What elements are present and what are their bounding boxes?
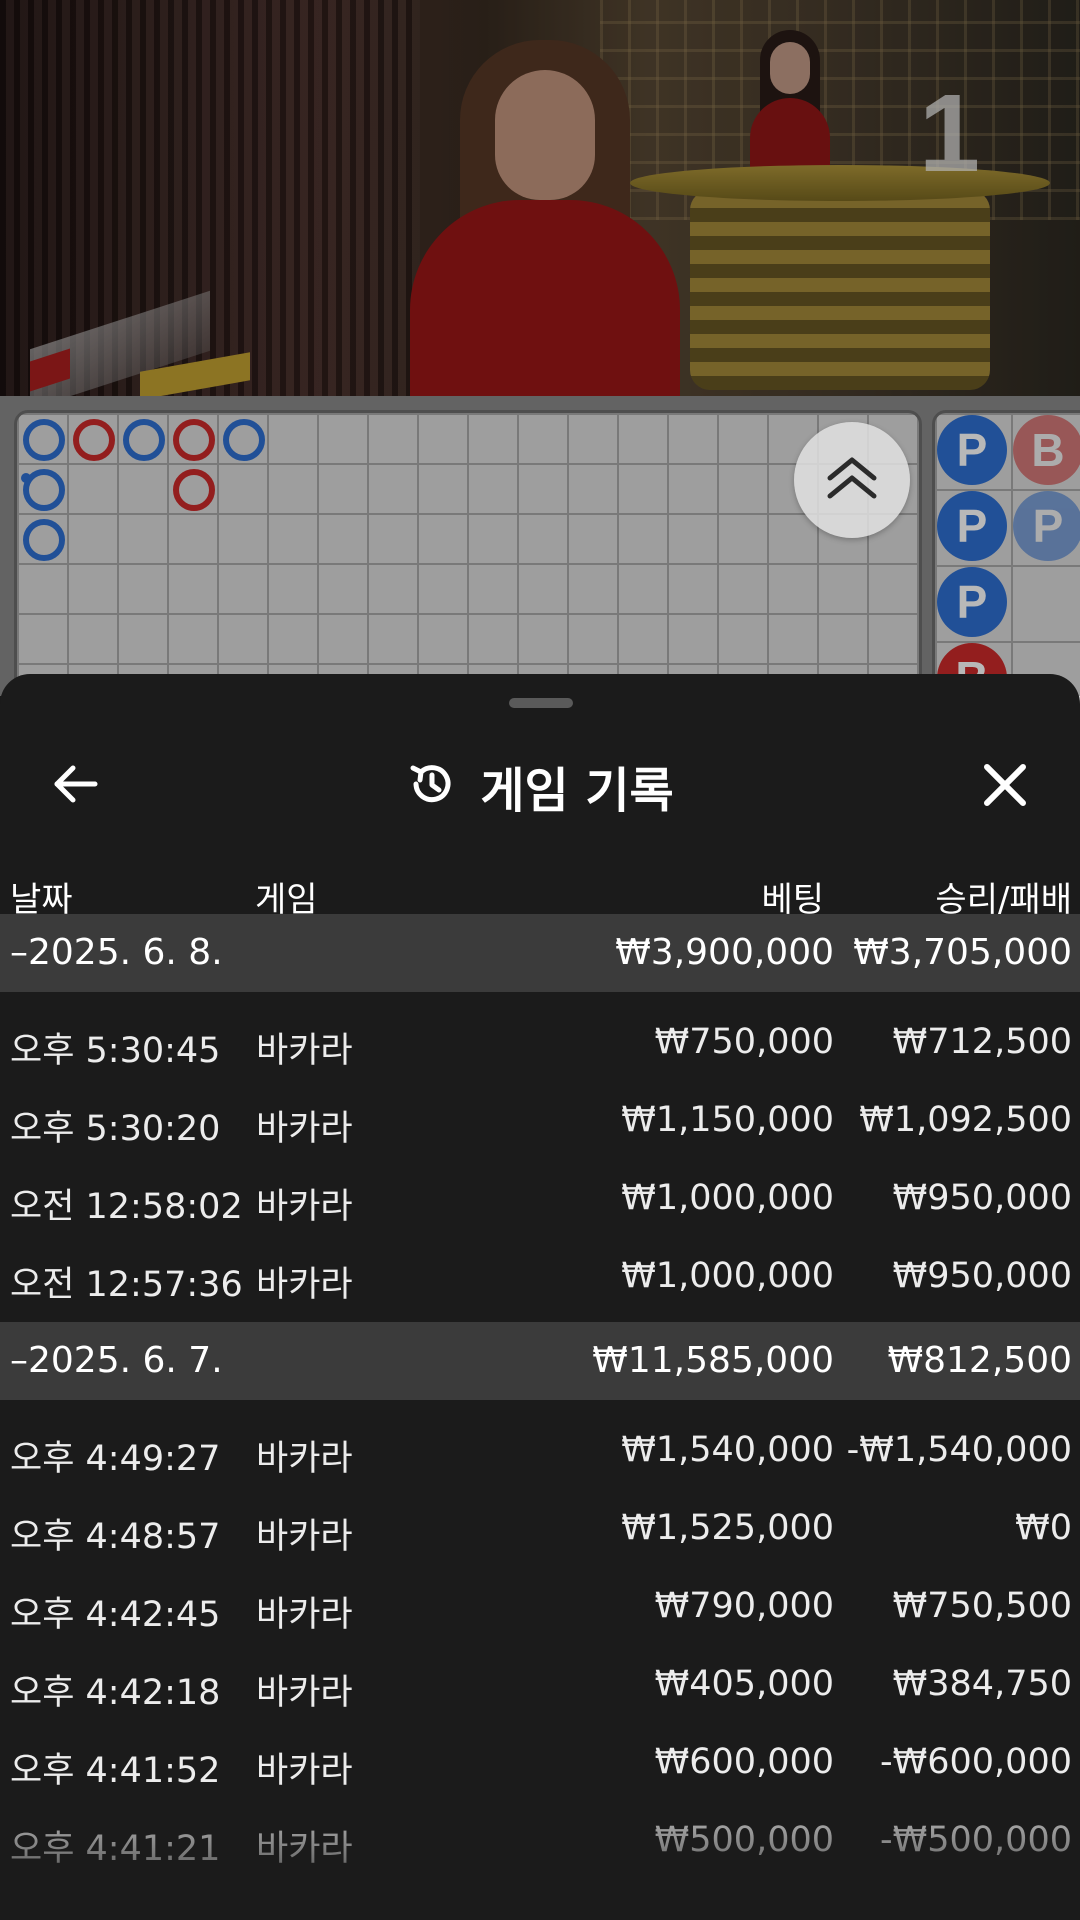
row-time: 오후 5:30:45 [10, 1031, 221, 1071]
sheet-header: 게임 기록 [0, 724, 1080, 848]
scoreboard [0, 396, 1080, 696]
history-icon [406, 758, 458, 814]
row-game: 바카라 [256, 1265, 353, 1305]
row-win-loss: ₩950,000 [892, 1178, 1072, 1218]
row-bet: ₩750,000 [654, 1022, 834, 1062]
history-row[interactable]: 오후 4:49:27 바카라 ₩1,540,000 -₩1,540,000 [0, 1408, 1080, 1486]
row-bet: ₩1,000,000 [621, 1178, 834, 1218]
history-row[interactable]: 오후 4:41:21 바카라 ₩500,000 -₩500,000 [0, 1798, 1080, 1876]
row-game: 바카라 [256, 1031, 353, 1071]
row-time: 오전 12:58:02 [10, 1187, 243, 1227]
row-time: 오후 4:42:45 [10, 1595, 221, 1635]
game-history-sheet: 게임 기록 날짜 게임 베팅 승리/패배 –2025. 6. 8. ₩3,900… [0, 674, 1080, 1920]
history-row[interactable]: 오후 4:48:57 바카라 ₩1,525,000 ₩0 [0, 1486, 1080, 1564]
row-win-loss: ₩750,500 [892, 1586, 1072, 1626]
big-road-player-ring [23, 519, 65, 561]
row-win-loss: ₩1,092,500 [859, 1100, 1072, 1140]
history-row[interactable]: 오후 4:41:52 바카라 ₩600,000 -₩600,000 [0, 1720, 1080, 1798]
row-time: 오후 5:30:20 [10, 1109, 221, 1149]
expand-roads-button[interactable] [794, 422, 910, 538]
history-row[interactable]: 오후 4:42:18 바카라 ₩405,000 ₩384,750 [0, 1642, 1080, 1720]
group-win-loss-total: ₩812,500 [887, 1340, 1072, 1381]
row-game: 바카라 [256, 1751, 353, 1791]
row-bet: ₩1,540,000 [621, 1430, 834, 1470]
date-group-header[interactable]: –2025. 6. 7. ₩11,585,000 ₩812,500 [0, 1322, 1080, 1400]
history-row[interactable]: 오후 4:42:45 바카라 ₩790,000 ₩750,500 [0, 1564, 1080, 1642]
big-road[interactable] [14, 410, 922, 696]
row-win-loss: -₩1,540,000 [846, 1430, 1072, 1470]
row-game: 바카라 [256, 1439, 353, 1479]
group-date: –2025. 6. 7. [10, 1340, 223, 1381]
bead-road-player: P [937, 567, 1007, 637]
row-bet: ₩1,000,000 [621, 1256, 834, 1296]
row-bet: ₩790,000 [654, 1586, 834, 1626]
group-date: –2025. 6. 8. [10, 932, 223, 973]
bead-road-banker: B [1013, 415, 1080, 485]
row-time: 오후 4:41:52 [10, 1751, 221, 1791]
row-game: 바카라 [256, 1187, 353, 1227]
sheet-title-group: 게임 기록 [0, 750, 1080, 822]
row-win-loss: ₩0 [1015, 1508, 1072, 1548]
row-win-loss: -₩500,000 [880, 1820, 1072, 1860]
big-road-player-ring [21, 469, 65, 511]
row-win-loss: ₩384,750 [892, 1664, 1072, 1704]
row-bet: ₩500,000 [654, 1820, 834, 1860]
row-game: 바카라 [256, 1109, 353, 1149]
chevrons-up-icon [824, 456, 880, 504]
row-time: 오후 4:48:57 [10, 1517, 221, 1557]
big-road-player-ring [123, 419, 165, 461]
row-time: 오후 4:42:18 [10, 1673, 221, 1713]
big-road-banker-ring [173, 469, 215, 511]
bead-road-player: P [1013, 491, 1080, 561]
group-bet-total: ₩3,900,000 [615, 932, 834, 973]
history-row[interactable]: 오전 12:58:02 바카라 ₩1,000,000 ₩950,000 [0, 1156, 1080, 1234]
big-road-player-ring [223, 419, 265, 461]
live-dealer-video: 1 [0, 0, 1080, 396]
row-game: 바카라 [256, 1829, 353, 1869]
history-table: –2025. 6. 8. ₩3,900,000 ₩3,705,000 오후 5:… [0, 914, 1080, 1876]
row-time: 오전 12:57:36 [10, 1265, 243, 1305]
row-bet: ₩405,000 [654, 1664, 834, 1704]
row-win-loss: ₩950,000 [892, 1256, 1072, 1296]
history-row[interactable]: 오전 12:57:36 바카라 ₩1,000,000 ₩950,000 [0, 1234, 1080, 1312]
sheet-drag-handle[interactable] [509, 698, 573, 708]
row-time: 오후 4:41:21 [10, 1829, 221, 1869]
row-win-loss: -₩600,000 [880, 1742, 1072, 1782]
row-game: 바카라 [256, 1673, 353, 1713]
close-button[interactable] [970, 752, 1040, 822]
close-icon [982, 762, 1028, 812]
row-bet: ₩1,150,000 [621, 1100, 834, 1140]
history-row[interactable]: 오후 5:30:20 바카라 ₩1,150,000 ₩1,092,500 [0, 1078, 1080, 1156]
row-bet: ₩600,000 [654, 1742, 834, 1782]
row-win-loss: ₩712,500 [892, 1022, 1072, 1062]
row-game: 바카라 [256, 1595, 353, 1635]
row-time: 오후 4:49:27 [10, 1439, 221, 1479]
big-road-player-ring [23, 419, 65, 461]
date-group-header[interactable]: –2025. 6. 8. ₩3,900,000 ₩3,705,000 [0, 914, 1080, 992]
row-bet: ₩1,525,000 [621, 1508, 834, 1548]
big-road-banker-ring [173, 419, 215, 461]
bead-road-player: P [937, 491, 1007, 561]
page-title: 게임 기록 [480, 763, 674, 819]
group-win-loss-total: ₩3,705,000 [853, 932, 1072, 973]
group-bet-total: ₩11,585,000 [592, 1340, 834, 1381]
row-game: 바카라 [256, 1517, 353, 1557]
big-road-banker-ring [73, 419, 115, 461]
bead-road-player: P [937, 415, 1007, 485]
bead-road[interactable]: PPPBBP [932, 410, 1080, 716]
history-row[interactable]: 오후 5:30:45 바카라 ₩750,000 ₩712,500 [0, 1000, 1080, 1078]
